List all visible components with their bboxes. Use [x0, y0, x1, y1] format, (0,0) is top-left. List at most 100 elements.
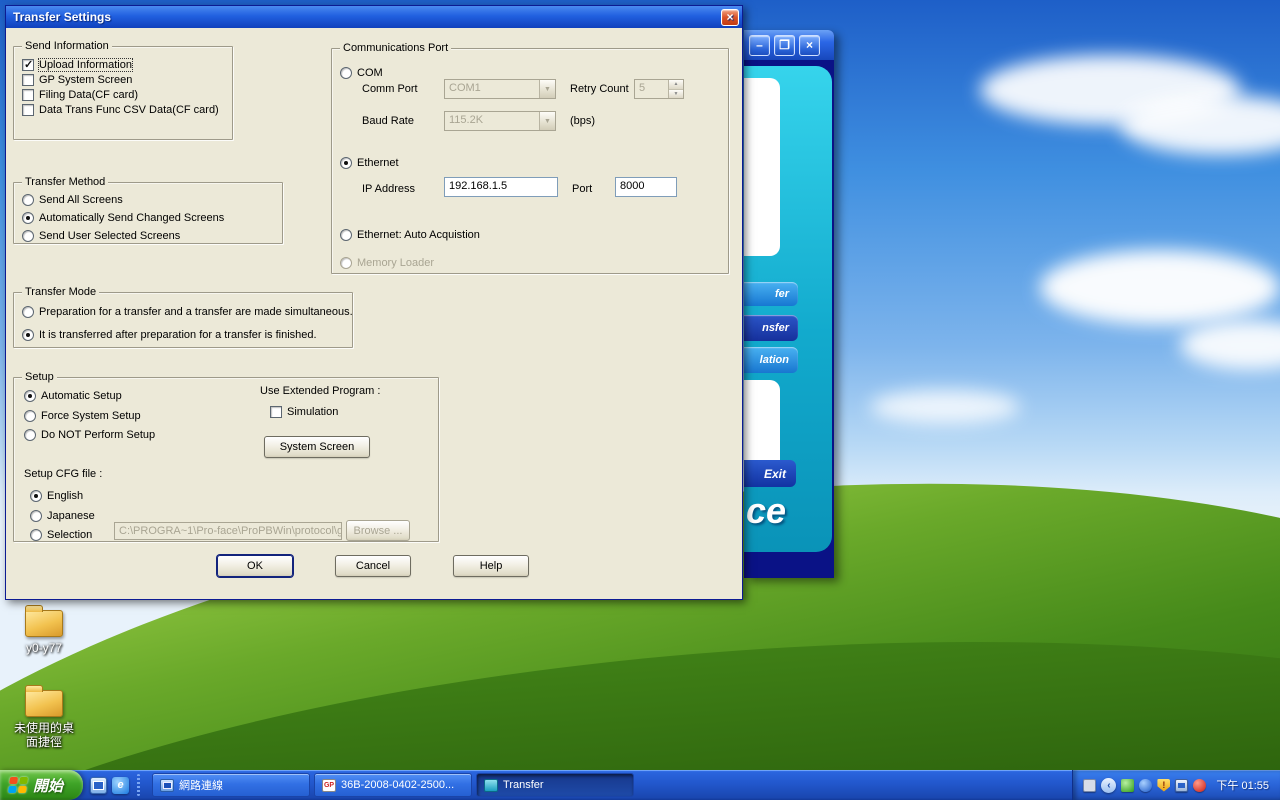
radio-transfer-after-preparation[interactable]: It is transferred after preparation for … — [22, 327, 317, 342]
folder-icon — [25, 610, 63, 637]
radio-icon — [30, 490, 42, 502]
radio-com[interactable]: COM — [340, 65, 383, 80]
toolbar-grip[interactable] — [137, 774, 140, 796]
radio-automatically-send-changed[interactable]: Automatically Send Changed Screens — [22, 210, 224, 225]
cloud — [1040, 250, 1280, 325]
radio-send-user-selected[interactable]: Send User Selected Screens — [22, 228, 180, 243]
messenger-icon[interactable] — [1139, 779, 1152, 792]
retry-count-spinner: 5 — [634, 79, 684, 99]
radio-memory-loader: Memory Loader — [340, 255, 434, 270]
bps-label: (bps) — [570, 115, 595, 127]
checkbox-gp-system-screen[interactable]: GP System Screen — [22, 72, 132, 87]
radio-do-not-perform-setup[interactable]: Do NOT Perform Setup — [24, 427, 155, 442]
network-activity-icon[interactable] — [1121, 779, 1134, 792]
radio-label: Send All Screens — [39, 194, 123, 206]
checkbox-simulation[interactable]: Simulation — [270, 404, 338, 419]
checkbox-upload-information[interactable]: Upload Information — [22, 57, 132, 72]
taskbar-button-network-connections[interactable]: 網路連線 — [152, 773, 310, 797]
antivirus-icon[interactable] — [1193, 779, 1206, 792]
browse-button: Browse ... — [346, 520, 410, 541]
maximize-icon[interactable]: ❐ — [774, 35, 795, 56]
comm-port-select: COM1 — [444, 79, 556, 99]
background-window-button-partial[interactable]: fer — [744, 282, 798, 306]
radio-label: It is transferred after preparation for … — [39, 329, 317, 341]
retry-count-value: 5 — [635, 80, 668, 98]
transfer-icon — [484, 779, 498, 792]
partial-button-label: nsfer — [762, 322, 789, 334]
start-button[interactable]: 開始 — [0, 770, 83, 800]
close-icon[interactable]: × — [721, 9, 739, 26]
radio-cfg-english[interactable]: English — [30, 488, 83, 503]
radio-force-system-setup[interactable]: Force System Setup — [24, 408, 141, 423]
radio-label: Send User Selected Screens — [39, 230, 180, 242]
radio-send-all-screens[interactable]: Send All Screens — [22, 192, 123, 207]
checkbox-data-trans-func-csv[interactable]: Data Trans Func CSV Data(CF card) — [22, 102, 219, 117]
dialog-title: Transfer Settings — [13, 10, 111, 24]
spin-down-icon — [669, 89, 683, 99]
checkbox-icon — [270, 406, 282, 418]
ok-button[interactable]: OK — [217, 555, 293, 577]
radio-icon — [24, 410, 36, 422]
desktop-icon-unused-shortcuts[interactable]: 未使用的桌面捷徑 — [6, 690, 82, 749]
radio-label: Preparation for a transfer and a transfe… — [39, 306, 353, 318]
radio-automatic-setup[interactable]: Automatic Setup — [24, 388, 122, 403]
background-window-button-partial[interactable]: nsfer — [744, 315, 798, 341]
radio-label: Automatic Setup — [41, 390, 122, 402]
keyboard-icon[interactable] — [1083, 779, 1096, 792]
radio-label: Japanese — [47, 510, 95, 522]
port-label: Port — [572, 183, 592, 195]
taskbar: 開始 e 網路連線 GP 36B-2008-0402-2500... Trans… — [0, 770, 1280, 800]
radio-icon — [340, 257, 352, 269]
radio-label: Ethernet — [357, 157, 399, 169]
close-icon[interactable]: × — [799, 35, 820, 56]
system-screen-button[interactable]: System Screen — [264, 436, 370, 458]
radio-icon — [340, 229, 352, 241]
background-window-button-partial[interactable]: lation — [744, 347, 798, 373]
partial-button-label: fer — [775, 288, 789, 300]
cancel-button[interactable]: Cancel — [335, 555, 411, 577]
baud-rate-select: 115.2K — [444, 111, 556, 131]
security-shield-icon[interactable]: ! — [1157, 779, 1170, 792]
desktop-icon-label: y0-y77 — [26, 641, 62, 655]
taskbar-button-transfer[interactable]: Transfer — [476, 773, 634, 797]
radio-cfg-selection[interactable]: Selection — [30, 527, 92, 542]
exit-button[interactable]: Exit — [744, 460, 796, 487]
show-desktop-icon[interactable] — [90, 777, 107, 794]
group-communications-port: Communications Port COM Comm Port COM1 R… — [331, 48, 729, 274]
cloud — [1180, 320, 1280, 370]
hide-icons-chevron-icon[interactable]: ‹ — [1101, 778, 1116, 793]
radio-icon — [22, 329, 34, 341]
checkbox-label: Data Trans Func CSV Data(CF card) — [39, 104, 219, 116]
transfer-settings-dialog: Transfer Settings × Send Information Upl… — [5, 5, 743, 600]
baud-rate-label: Baud Rate — [362, 115, 414, 127]
radio-ethernet-auto-acquisition[interactable]: Ethernet: Auto Acquistion — [340, 227, 480, 242]
minimize-icon[interactable]: – — [749, 35, 770, 56]
dialog-titlebar[interactable]: Transfer Settings × — [6, 6, 742, 28]
radio-icon — [24, 429, 36, 441]
background-window-titlebar: – ❐ × — [744, 30, 834, 60]
radio-icon — [24, 390, 36, 402]
radio-icon — [22, 230, 34, 242]
checkbox-label: Upload Information — [39, 59, 132, 71]
ie-icon[interactable]: e — [112, 777, 129, 794]
radio-icon — [340, 157, 352, 169]
radio-cfg-japanese[interactable]: Japanese — [30, 508, 95, 523]
checkbox-filing-data[interactable]: Filing Data(CF card) — [22, 87, 138, 102]
taskbar-button-label: 36B-2008-0402-2500... — [341, 779, 454, 791]
background-window-transfer-tool[interactable]: – ❐ × fer nsfer lation Exit ce — [744, 30, 834, 578]
radio-ethernet[interactable]: Ethernet — [340, 155, 399, 170]
help-button[interactable]: Help — [453, 555, 529, 577]
ip-address-input[interactable]: 192.168.1.5 — [444, 177, 558, 197]
radio-label: Ethernet: Auto Acquistion — [357, 229, 480, 241]
display-settings-icon[interactable] — [1175, 779, 1188, 792]
checkbox-label: GP System Screen — [39, 74, 132, 86]
radio-label: English — [47, 490, 83, 502]
taskbar-button-project[interactable]: GP 36B-2008-0402-2500... — [314, 773, 472, 797]
port-input[interactable]: 8000 — [615, 177, 677, 197]
spin-up-icon — [669, 80, 683, 89]
gp-project-icon: GP — [322, 779, 336, 792]
desktop-icon-y0-y77[interactable]: y0-y77 — [6, 610, 82, 655]
radio-preparation-simultaneous[interactable]: Preparation for a transfer and a transfe… — [22, 304, 353, 319]
background-window-card — [744, 78, 780, 256]
exit-button-label: Exit — [764, 467, 786, 481]
